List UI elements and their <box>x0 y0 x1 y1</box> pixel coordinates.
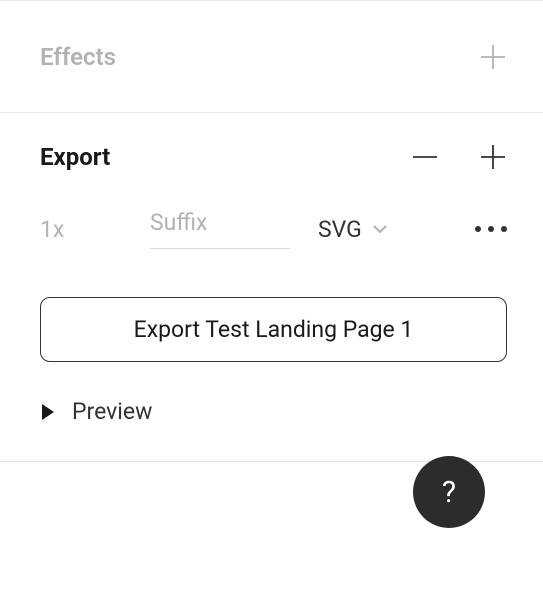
help-button[interactable]: ? <box>413 456 485 528</box>
export-button[interactable]: Export Test Landing Page 1 <box>40 297 507 362</box>
effects-section: Effects <box>0 1 543 112</box>
export-title: Export <box>40 143 110 171</box>
help-icon: ? <box>442 475 456 510</box>
chevron-down-icon <box>372 224 388 234</box>
more-options-icon[interactable] <box>475 218 507 240</box>
add-effect-icon[interactable] <box>479 43 507 71</box>
add-export-icon[interactable] <box>479 143 507 171</box>
export-header-icons <box>411 143 507 171</box>
triangle-right-icon <box>42 404 54 420</box>
preview-label: Preview <box>72 398 152 425</box>
export-settings-row: 1x SVG <box>0 171 543 249</box>
remove-export-icon[interactable] <box>411 143 439 171</box>
suffix-input[interactable] <box>150 209 290 249</box>
preview-toggle[interactable]: Preview <box>0 362 543 461</box>
format-select[interactable]: SVG <box>318 216 388 243</box>
format-value: SVG <box>318 216 362 243</box>
scale-value[interactable]: 1x <box>40 216 150 243</box>
effects-title: Effects <box>40 43 116 71</box>
export-header: Export <box>0 113 543 171</box>
